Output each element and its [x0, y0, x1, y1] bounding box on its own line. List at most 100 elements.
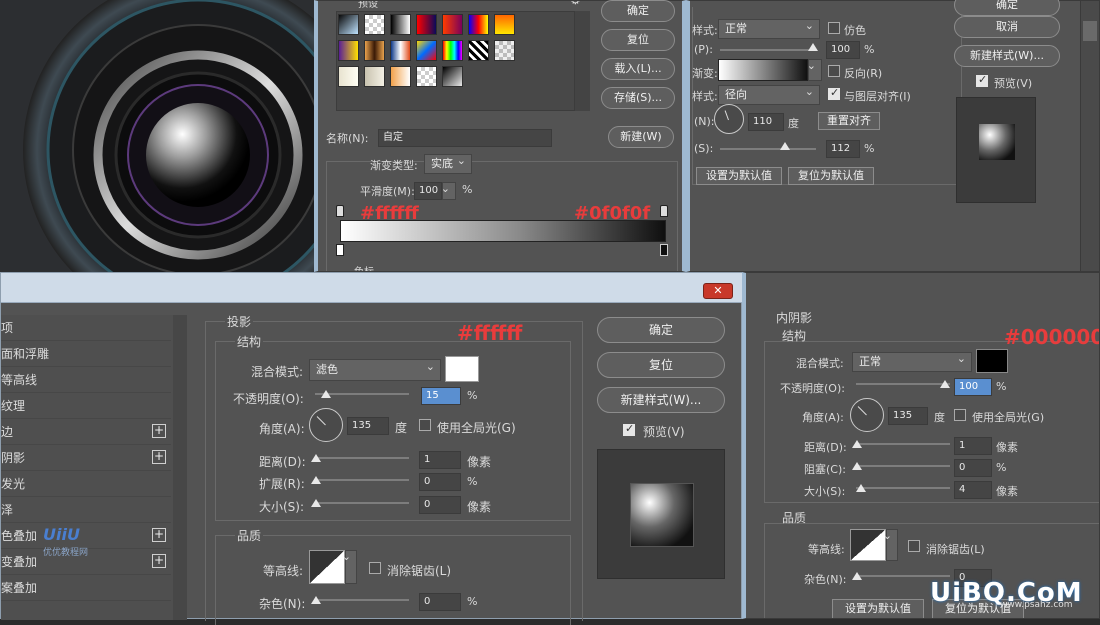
is-choke-thumb[interactable] — [852, 462, 862, 470]
is-contour-preview[interactable] — [850, 529, 886, 561]
ds-size-track[interactable] — [315, 502, 409, 504]
reset-default-button[interactable]: 复位为默认值 — [788, 167, 874, 185]
sidebar-item[interactable]: 发光 — [1, 471, 171, 497]
scale-slider-track[interactable] — [720, 148, 816, 150]
ds-distance-thumb[interactable] — [311, 454, 321, 462]
ds-new-style-button[interactable]: 新建样式(W)... — [597, 387, 725, 413]
is-size-input[interactable]: 4 — [954, 481, 992, 499]
is-choke-input[interactable]: 0 — [954, 459, 992, 477]
color-stop-left[interactable] — [336, 244, 344, 256]
preset-swatch[interactable] — [468, 14, 489, 35]
preset-swatch[interactable] — [338, 14, 359, 35]
preset-swatch[interactable] — [442, 14, 463, 35]
preset-swatch[interactable] — [338, 66, 359, 87]
add-effect-icon[interactable]: + — [152, 528, 166, 542]
sidebar-scrollbar[interactable] — [173, 315, 187, 620]
preset-swatch[interactable] — [338, 40, 359, 61]
preset-swatch[interactable] — [364, 14, 385, 35]
is-global-light-checkbox[interactable] — [954, 409, 966, 421]
ds-opacity-input[interactable]: 15 — [421, 387, 461, 405]
is-distance-thumb[interactable] — [852, 440, 862, 448]
sidebar-item[interactable]: 等高线 — [1, 367, 171, 393]
type-select[interactable]: 实底 — [424, 152, 472, 174]
is-opacity-thumb[interactable] — [940, 380, 950, 388]
ds-angle-input[interactable]: 135 — [347, 417, 389, 435]
align-layer-checkbox[interactable] — [828, 86, 840, 100]
ds-preview-checkbox[interactable] — [623, 422, 635, 436]
is-noise-thumb[interactable] — [852, 572, 862, 580]
style-select[interactable]: 径向 — [718, 83, 820, 105]
sidebar-item[interactable]: 阴影 + — [1, 445, 171, 471]
gradient-reset-button[interactable]: 复位 — [601, 29, 675, 51]
sidebar-item[interactable]: 面和浮雕 — [1, 341, 171, 367]
ds-noise-input[interactable]: 0 — [419, 593, 461, 611]
smooth-dropdown[interactable] — [441, 180, 456, 200]
reset-align-button[interactable]: 重置对齐 — [818, 112, 880, 130]
is-antialias-checkbox[interactable] — [908, 540, 920, 552]
right-scrollbar[interactable] — [1080, 1, 1099, 271]
add-effect-icon[interactable]: + — [152, 450, 166, 464]
sidebar-item[interactable]: 项 — [1, 315, 171, 341]
opacity-slider-thumb[interactable] — [808, 43, 818, 51]
new-gradient-button[interactable]: 新建(W) — [608, 126, 674, 148]
is-distance-track[interactable] — [856, 443, 950, 445]
overlay-preview-checkbox[interactable] — [976, 73, 988, 87]
opacity-stop-left[interactable] — [336, 205, 344, 217]
ds-noise-track[interactable] — [315, 599, 409, 601]
ds-contour-preview[interactable] — [309, 550, 345, 584]
sidebar-item[interactable]: 泽 — [1, 497, 171, 523]
ds-contour-dropdown[interactable] — [342, 548, 357, 584]
ds-distance-track[interactable] — [315, 457, 409, 459]
blend-select[interactable]: 正常 — [718, 17, 820, 39]
is-size-track[interactable] — [856, 487, 950, 489]
dither-checkbox[interactable] — [828, 22, 840, 34]
is-contour-dropdown[interactable] — [883, 527, 898, 561]
ds-global-light-checkbox[interactable] — [419, 419, 431, 431]
ds-size-input[interactable]: 0 — [419, 496, 461, 514]
gradient-ok-button[interactable]: 确定 — [601, 0, 675, 22]
reverse-checkbox[interactable] — [828, 65, 840, 77]
preset-swatch[interactable] — [468, 40, 489, 61]
preset-swatch[interactable] — [442, 66, 463, 87]
gradient-preview-bar[interactable] — [718, 59, 808, 81]
is-choke-track[interactable] — [856, 465, 950, 467]
gradient-bar[interactable] — [340, 220, 666, 242]
is-size-thumb[interactable] — [856, 484, 866, 492]
opacity-input[interactable]: 100 — [826, 41, 860, 59]
preset-swatch[interactable] — [390, 14, 411, 35]
angle-input[interactable]: 110 — [748, 113, 784, 131]
add-effect-icon[interactable]: + — [152, 554, 166, 568]
scale-slider-thumb[interactable] — [780, 142, 790, 150]
preset-swatch[interactable] — [416, 66, 437, 87]
ds-spread-track[interactable] — [315, 479, 409, 481]
ds-blend-select[interactable]: 滤色 — [309, 357, 441, 381]
gradient-load-button[interactable]: 载入(L)... — [601, 58, 675, 80]
ds-angle-dial[interactable] — [309, 408, 343, 442]
smooth-input[interactable]: 100 — [414, 182, 442, 200]
preset-swatch[interactable] — [416, 14, 437, 35]
ds-reset-button[interactable]: 复位 — [597, 352, 725, 378]
gradient-save-button[interactable]: 存储(S)... — [601, 87, 675, 109]
close-button[interactable]: ✕ — [703, 283, 733, 299]
is-distance-input[interactable]: 1 — [954, 437, 992, 455]
name-input[interactable]: 自定 — [378, 129, 552, 147]
is-opacity-track[interactable] — [856, 383, 950, 385]
preset-swatch[interactable] — [364, 40, 385, 61]
is-angle-dial[interactable] — [850, 398, 884, 432]
add-effect-icon[interactable]: + — [152, 424, 166, 438]
is-opacity-input[interactable]: 100 — [954, 378, 992, 396]
preset-swatch[interactable] — [390, 66, 411, 87]
overlay-new-style-button[interactable]: 新建样式(W)... — [954, 45, 1060, 67]
overlay-ok-button[interactable]: 确定 — [954, 0, 1060, 16]
presets-scrollbar[interactable] — [574, 11, 590, 111]
sidebar-item[interactable]: 边 + — [1, 419, 171, 445]
ds-spread-thumb[interactable] — [311, 476, 321, 484]
preset-swatch[interactable] — [390, 40, 411, 61]
overlay-cancel-button[interactable]: 取消 — [954, 16, 1060, 38]
preset-swatch[interactable] — [364, 66, 385, 87]
sidebar-item[interactable]: 案叠加 — [1, 575, 171, 601]
is-noise-track[interactable] — [856, 575, 950, 577]
ds-spread-input[interactable]: 0 — [419, 473, 461, 491]
is-color-swatch[interactable] — [976, 349, 1008, 373]
sidebar-item[interactable]: 纹理 — [1, 393, 171, 419]
